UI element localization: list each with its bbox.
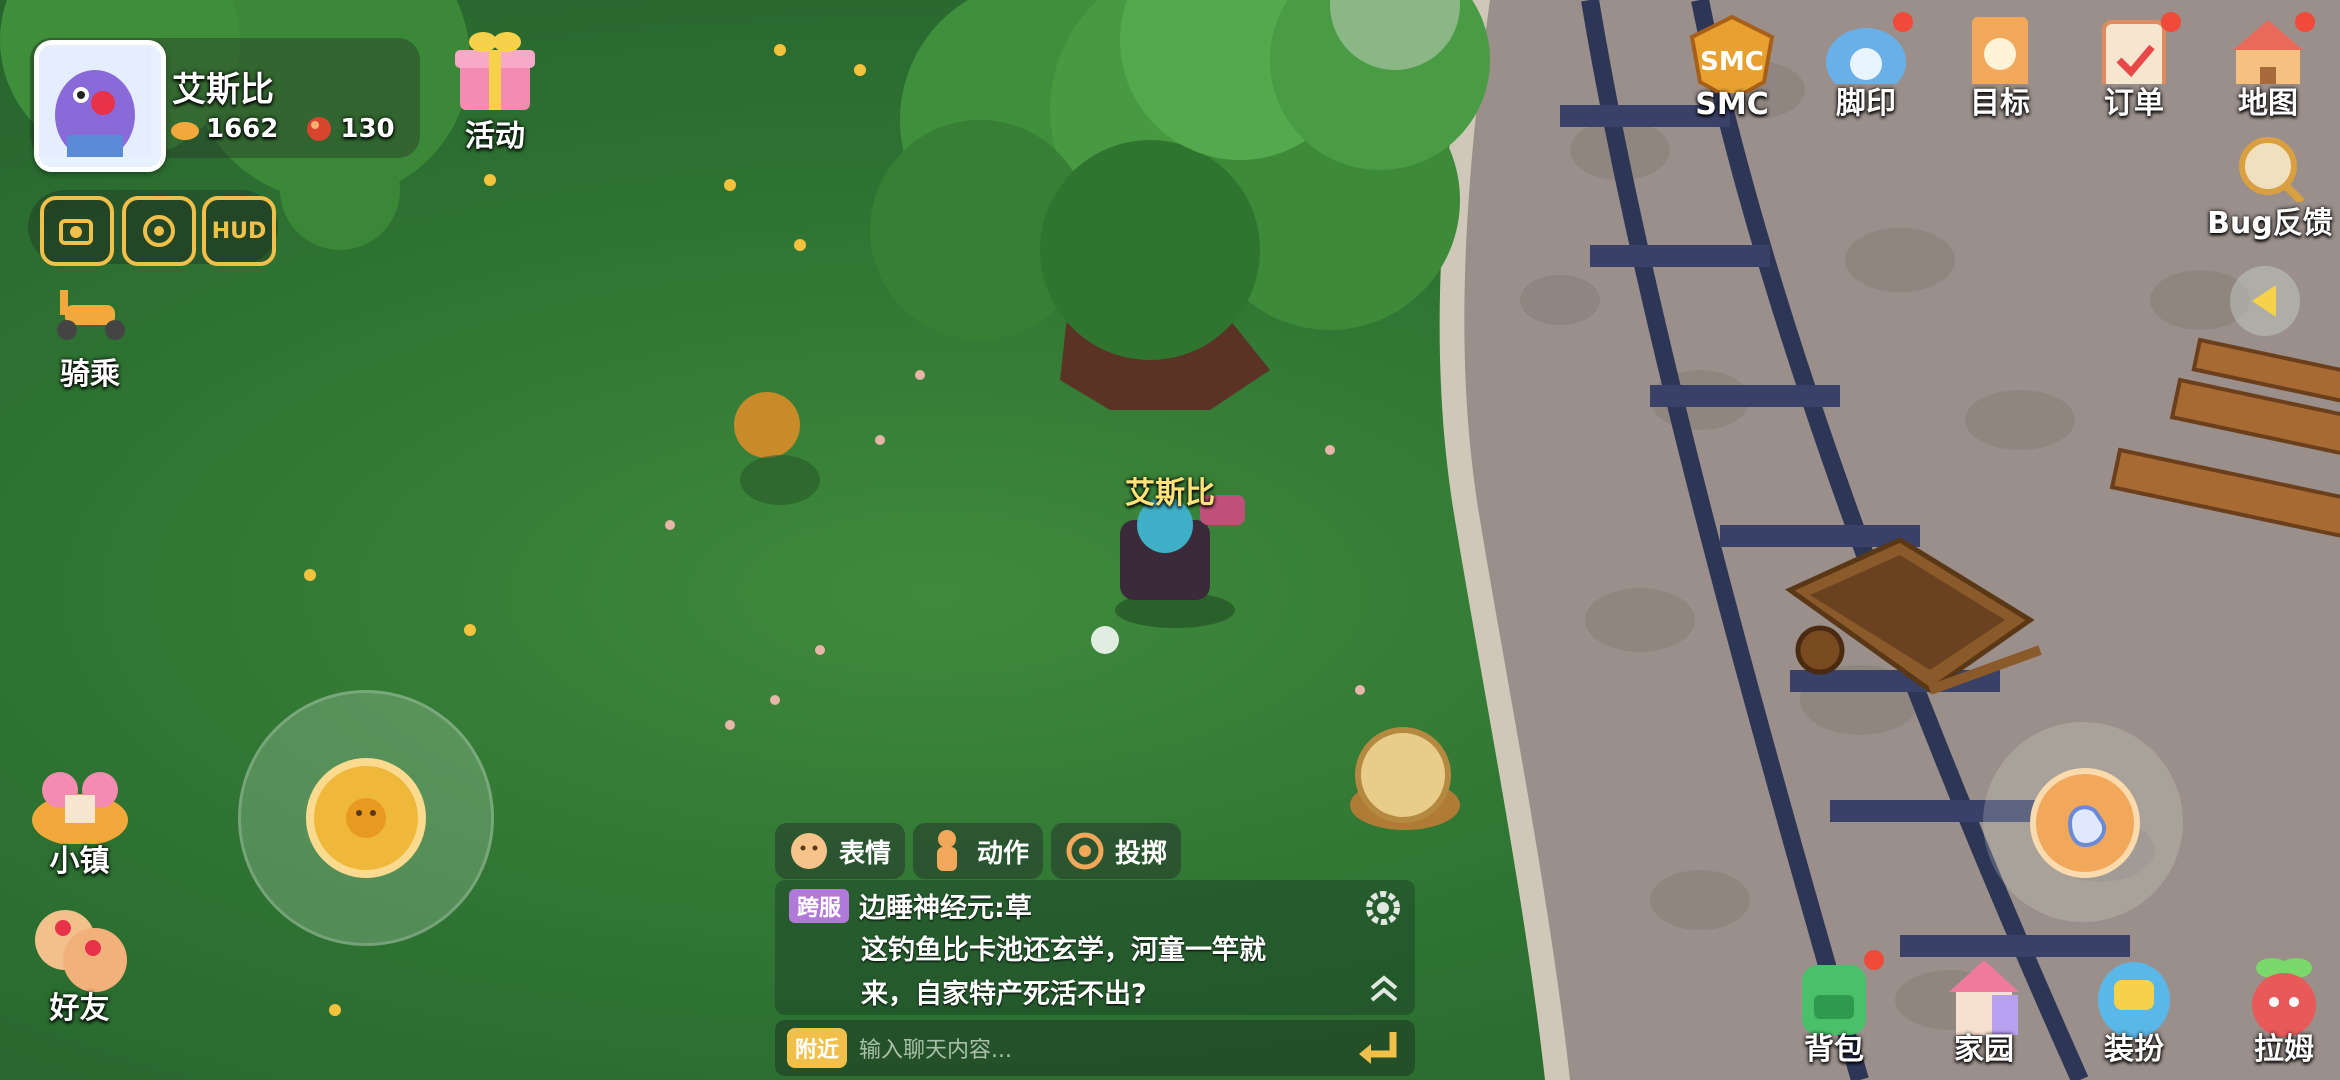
order-label: 订单	[2104, 86, 2164, 121]
camera-icon	[59, 219, 93, 245]
chat-message-box[interactable]: 跨服 边睡神经元:草 这钓鱼比卡池还玄学，河童一竿就 来，自家特产死活不出?	[775, 880, 1415, 1015]
glove-hand-icon	[2067, 805, 2106, 848]
action-tab-label: 动作	[977, 838, 1030, 869]
smc-button[interactable]: SMC SMC	[1677, 12, 1787, 122]
mole-avatar-icon	[39, 45, 151, 160]
throw-tab[interactable]: 投掷	[1051, 823, 1182, 879]
ride-button[interactable]: 骑乘	[40, 285, 140, 392]
smc-badge-icon: SMC	[1689, 14, 1775, 93]
notification-dot	[1893, 12, 1913, 32]
friends-label: 好友	[49, 991, 110, 1026]
focus-button[interactable]	[122, 196, 196, 266]
footprint-button[interactable]: 脚印	[1811, 12, 1921, 122]
target-icon	[1066, 832, 1104, 870]
chat-input-bar[interactable]: 附近 输入聊天内容...	[775, 1020, 1415, 1076]
interact-action-button[interactable]	[2030, 768, 2140, 878]
action-tab[interactable]: 动作	[913, 823, 1044, 879]
notification-dot	[2161, 12, 2181, 32]
gingerbread-icon	[937, 830, 958, 871]
hud-toggle-button[interactable]: HUD	[202, 196, 276, 266]
red-currency-icon	[307, 117, 332, 141]
smc-badge-text: SMC	[1700, 47, 1764, 77]
goal-icon	[1972, 17, 2028, 84]
friends-button[interactable]: 好友	[22, 900, 137, 1030]
lamu-button[interactable]: 拉姆	[2224, 950, 2340, 1068]
player-name: 艾斯比	[172, 70, 274, 110]
goal-button[interactable]: 目标	[1945, 12, 2055, 122]
settings-gear-icon[interactable]	[1363, 888, 1403, 928]
emote-tab-label: 表情	[839, 838, 892, 869]
events-button[interactable]: 活动	[440, 20, 550, 154]
bug-feedback-button[interactable]: Bug反馈	[2205, 132, 2335, 242]
bug-feedback-label: Bug反馈	[2207, 206, 2333, 241]
camera-button[interactable]	[40, 196, 114, 266]
chat-tabs: 表情 动作 投掷	[775, 823, 1182, 879]
cross-server-tag: 跨服	[789, 888, 850, 923]
chat-message-line-2: 来，自家特产死活不出?	[861, 979, 1147, 1010]
ride-label: 骑乘	[60, 357, 120, 392]
map-button[interactable]: 地图	[2213, 12, 2323, 122]
notification-dot	[1864, 950, 1884, 970]
throw-tab-label: 投掷	[1115, 838, 1168, 869]
collapse-menu-button[interactable]	[2230, 266, 2300, 336]
currency-a-value: 1662	[206, 114, 279, 144]
magnifier-icon	[2239, 137, 2305, 202]
emote-tab[interactable]: 表情	[775, 823, 906, 879]
events-label: 活动	[465, 119, 525, 154]
gold-currency-icon	[171, 122, 199, 140]
outfit-button[interactable]: 装扮	[2074, 950, 2194, 1068]
notification-dot	[2295, 12, 2315, 32]
hud-label: HUD	[211, 218, 267, 244]
goal-label: 目标	[1970, 86, 2030, 121]
top-menu: SMC SMC 脚印 目标 订单 地图	[1677, 12, 2323, 122]
send-enter-icon[interactable]	[1355, 1026, 1401, 1070]
home-label: 家园	[1954, 1032, 2014, 1067]
friends-icon	[34, 910, 127, 992]
chat-input-field[interactable]: 输入聊天内容...	[859, 1032, 1012, 1064]
arrow-left-icon	[2252, 285, 2276, 317]
bottom-menu: 背包 家园 装扮 拉姆	[1774, 950, 2340, 1068]
map-label: 地图	[2238, 86, 2298, 121]
lamu-label: 拉姆	[2254, 1032, 2314, 1067]
gift-box-icon	[455, 32, 535, 110]
smc-label: SMC	[1695, 87, 1769, 122]
character-nametag: 艾斯比	[1125, 476, 1215, 511]
order-button[interactable]: 订单	[2079, 12, 2189, 122]
game-viewport[interactable]: 艾斯比 艾斯比 1662 130 活动 HUD 骑乘 SMC SMC 脚印 目标…	[0, 0, 2340, 1080]
town-label: 小镇	[49, 844, 110, 879]
town-icon	[31, 772, 128, 844]
footprint-label: 脚印	[1836, 86, 1896, 121]
focus-icon	[143, 215, 175, 247]
backpack-label: 背包	[1804, 1032, 1864, 1067]
joystick-face-icon	[346, 798, 386, 838]
player-avatar[interactable]	[34, 40, 166, 172]
currency-b-value: 130	[340, 114, 395, 144]
expand-chevron-up-icon[interactable]	[1367, 972, 1401, 1006]
outfit-label: 装扮	[2104, 1032, 2164, 1067]
home-button[interactable]: 家园	[1924, 950, 2044, 1068]
channel-nearby-button[interactable]: 附近	[787, 1028, 848, 1068]
backpack-button[interactable]: 背包	[1774, 950, 1894, 1068]
scooter-icon	[57, 290, 125, 340]
emote-face-icon	[791, 833, 827, 869]
town-button[interactable]: 小镇	[22, 760, 137, 880]
movement-joystick[interactable]	[238, 690, 494, 946]
chat-message-line-1: 这钓鱼比卡池还玄学，河童一竿就	[861, 935, 1266, 966]
chat-sender-line: 边睡神经元:草	[859, 893, 1032, 924]
joystick-knob[interactable]	[306, 758, 426, 878]
